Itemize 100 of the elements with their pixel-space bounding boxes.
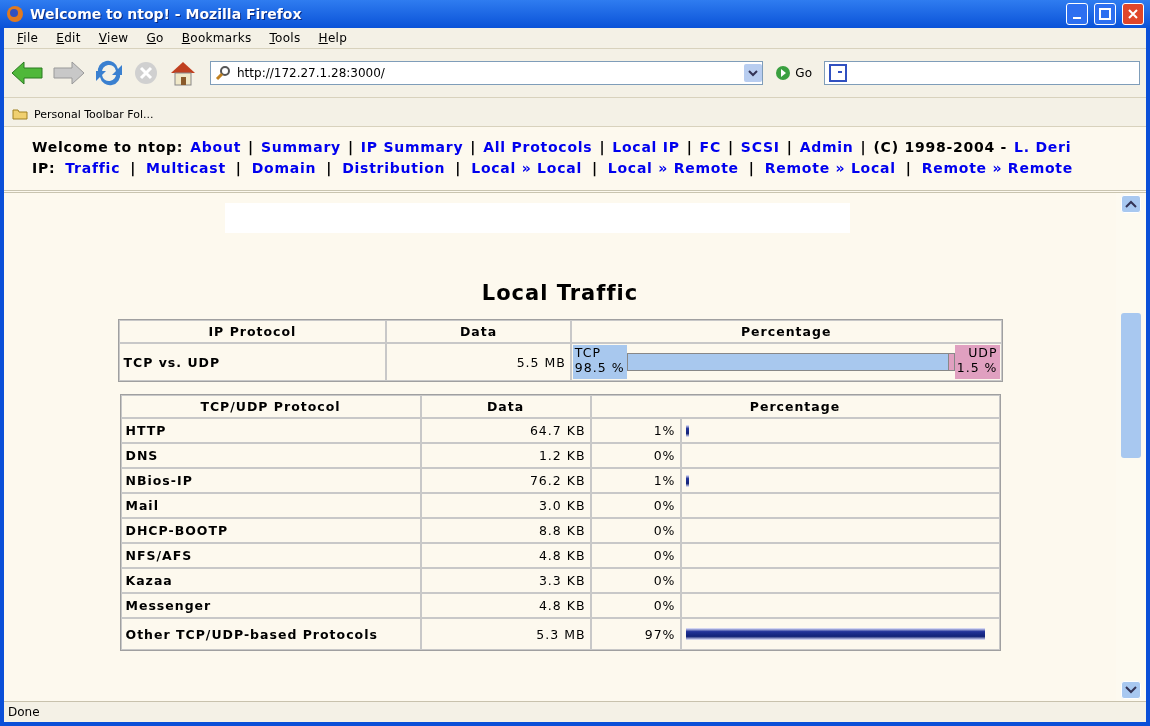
nav-link[interactable]: Admin	[799, 139, 854, 155]
table-cell: 5.3 MB	[420, 618, 591, 650]
nav-link[interactable]: Summary	[260, 139, 341, 155]
nav-link[interactable]: Distribution	[342, 160, 446, 176]
table-cell: 1.2 KB	[420, 443, 591, 468]
table-cell: 0%	[590, 493, 681, 518]
table-cell: Kazaa	[120, 568, 421, 593]
minimize-icon	[1073, 17, 1081, 19]
separator: |	[347, 139, 354, 155]
column-header: Data	[420, 395, 591, 418]
dropdown-icon[interactable]	[744, 64, 763, 82]
page-heading: Local Traffic	[481, 281, 639, 305]
table-cell: 5.5 MB	[386, 343, 571, 381]
table-cell: NBios-IP	[120, 468, 421, 493]
chevron-up-icon	[1125, 200, 1137, 208]
maximize-icon	[1099, 8, 1111, 20]
go-button[interactable]: Go	[771, 65, 816, 81]
menu-item[interactable]: File	[8, 31, 48, 45]
nav-link[interactable]: IP Summary	[360, 139, 464, 155]
table-cell: 97%	[590, 618, 681, 650]
separator: |	[786, 139, 793, 155]
nav-label: IP:	[32, 160, 56, 176]
minimize-button[interactable]	[1066, 3, 1088, 25]
table-cell: 0%	[590, 543, 681, 568]
table-cell: HTTP	[120, 418, 421, 443]
nav-link[interactable]: Multicast	[146, 160, 226, 176]
menu-item[interactable]: View	[89, 31, 138, 45]
search-field[interactable]	[824, 61, 1140, 85]
udp-share-label: UDP 1.5 %	[954, 345, 1000, 379]
separator: |	[470, 139, 477, 155]
table-cell: TCP vs. UDP	[118, 343, 387, 381]
nav-link[interactable]: L. Deri	[1014, 139, 1072, 155]
table-cell: DNS	[120, 443, 421, 468]
table-cell: Other TCP/UDP-based Protocols	[120, 618, 421, 650]
nav-link[interactable]: Local » Remote	[607, 160, 739, 176]
nav-link[interactable]: All Protocols	[483, 139, 593, 155]
chevron-down-icon	[1125, 686, 1137, 694]
close-icon	[1127, 8, 1139, 20]
separator: |	[727, 139, 734, 155]
back-button[interactable]	[10, 60, 44, 86]
search-engine-icon[interactable]	[829, 64, 849, 82]
menu-item[interactable]: Help	[309, 31, 357, 45]
table-cell: Messenger	[120, 593, 421, 618]
tcp-share-label: TCP 98.5 %	[572, 345, 627, 379]
column-header: TCP/UDP Protocol	[120, 395, 421, 418]
separator: |	[326, 160, 333, 176]
folder-icon	[12, 108, 28, 120]
scroll-thumb[interactable]	[1121, 313, 1141, 458]
bookmark-folder[interactable]: Personal Toolbar Fol...	[12, 107, 154, 121]
maximize-button[interactable]	[1094, 3, 1116, 25]
separator: |	[599, 139, 606, 155]
separator: |	[905, 160, 912, 176]
table-cell: 3.3 KB	[420, 568, 591, 593]
menu-item[interactable]: Tools	[260, 31, 310, 45]
nav-link[interactable]: SCSI	[740, 139, 780, 155]
table-cell: 76.2 KB	[420, 468, 591, 493]
nav-link[interactable]: FC	[699, 139, 721, 155]
column-header: Percentage	[590, 395, 1000, 418]
nav-link[interactable]: About	[190, 139, 242, 155]
table-cell: 1%	[590, 418, 681, 443]
nav-link[interactable]: Traffic	[65, 160, 121, 176]
table-cell: 4.8 KB	[420, 593, 591, 618]
separator: |	[130, 160, 137, 176]
table-cell: 4.8 KB	[420, 543, 591, 568]
window-title: Welcome to ntop! - Mozilla Firefox	[30, 6, 303, 22]
table-cell: DHCP-BOOTP	[120, 518, 421, 543]
column-header: Data	[386, 320, 571, 343]
separator: |	[235, 160, 242, 176]
status-text: Done	[8, 705, 41, 719]
nav-label: Welcome to ntop:	[32, 139, 184, 155]
table-cell: 0%	[590, 518, 681, 543]
separator: |	[591, 160, 598, 176]
table-cell: 8.8 KB	[420, 518, 591, 543]
nav-link[interactable]: Remote » Local	[764, 160, 896, 176]
separator: |	[686, 139, 693, 155]
menu-item[interactable]: Edit	[47, 31, 90, 45]
nav-label: (C) 1998-2004 -	[873, 139, 1008, 155]
column-header: IP Protocol	[118, 320, 387, 343]
table-cell: 3.0 KB	[420, 493, 591, 518]
table-cell: NFS/AFS	[120, 543, 421, 568]
nav-link[interactable]: Local IP	[612, 139, 680, 155]
address-field[interactable]: http://172.27.1.28:3000/	[210, 61, 764, 85]
nav-link[interactable]: Domain	[251, 160, 317, 176]
play-icon	[775, 65, 792, 81]
scroll-up-button[interactable]	[1121, 195, 1141, 213]
scroll-down-button[interactable]	[1121, 681, 1141, 699]
separator: |	[748, 160, 755, 176]
separator: |	[248, 139, 254, 155]
separator: |	[455, 160, 462, 176]
reload-icon[interactable]	[94, 59, 124, 87]
table-cell: 0%	[590, 593, 681, 618]
menu-item[interactable]: Go	[137, 31, 173, 45]
search-icon	[215, 65, 231, 81]
close-button[interactable]	[1122, 3, 1144, 25]
table-cell: 64.7 KB	[420, 418, 591, 443]
nav-link[interactable]: Local » Local	[471, 160, 582, 176]
nav-link[interactable]: Remote » Remote	[921, 160, 1074, 176]
table-cell: 0%	[590, 443, 681, 468]
menu-item[interactable]: Bookmarks	[172, 31, 261, 45]
table-cell: 0%	[590, 568, 681, 593]
